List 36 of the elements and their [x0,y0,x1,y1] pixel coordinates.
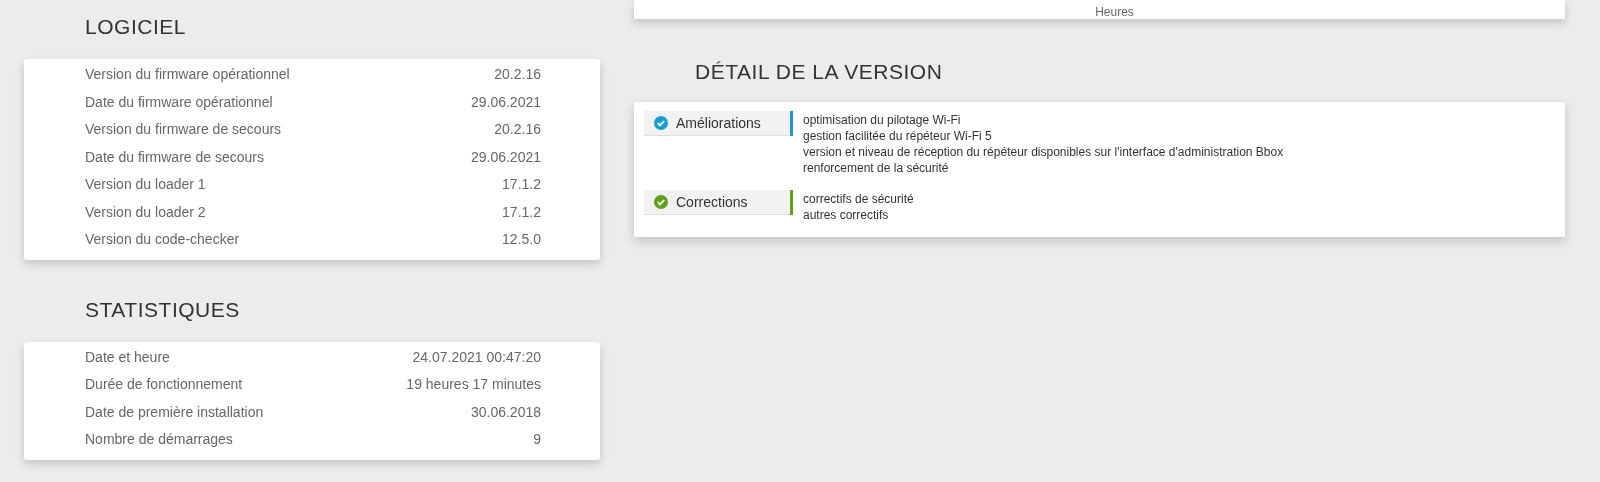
row-value: 24.07.2021 00:47:20 [412,347,541,367]
row-value: 12.5.0 [502,230,541,250]
row-label: Durée de fonctionnement [85,375,243,395]
category-bar [790,190,793,215]
row-value: 17.1.2 [502,175,541,195]
category-label: Corrections [644,190,790,215]
row-label: Date du firmware de secours [85,147,264,167]
row-label: Date de première installation [85,402,264,422]
row-value: 19 heures 17 minutes [406,375,541,395]
row-label: Date du firmware opérationnel [85,92,273,112]
row-value: 17.1.2 [502,202,541,222]
detail-line: renforcement de la sécurité [803,160,950,176]
row-value: 20.2.16 [494,65,541,85]
category-label: Améliorations [644,111,790,136]
row-label: Version du loader 1 [85,175,206,195]
detail-line: correctifs de sécurité [803,191,914,207]
category-bar [790,111,793,136]
row-label: Version du code-checker [85,230,240,250]
detail-line: gestion facilitée du répéteur Wi-Fi 5 [803,128,993,144]
row-value: 9 [533,430,541,450]
row-value: 20.2.16 [494,120,541,140]
row-label: Nombre de démarrages [85,430,233,450]
detail-line: version et niveau de réception du répéteur disponibles sur l'interface d'administration Bbox [803,144,1284,160]
card-text: Heures [1095,5,1134,19]
detail-line: autres correctifs [803,207,890,223]
row-value: 30.06.2018 [470,402,541,422]
section-title: LOGICIEL [84,14,188,40]
row-label: Version du firmware de secours [85,120,282,140]
section-title: STATISTIQUES [84,296,241,323]
section-title: DÉTAIL DE LA VERSION [694,59,944,85]
row-label: Version du loader 2 [85,202,206,222]
row-label: Date et heure [85,347,170,367]
row-label: Version du firmware opérationnel [85,65,290,85]
detail-line: optimisation du pilotage Wi-Fi [803,112,962,128]
row-value: 29.06.2021 [470,92,541,112]
row-value: 29.06.2021 [470,147,541,167]
